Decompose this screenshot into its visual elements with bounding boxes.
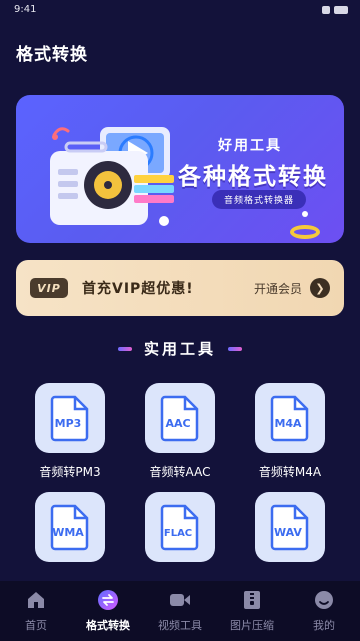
section-title: 实用工具	[0, 338, 360, 359]
tool-label: 音频转M4A	[258, 465, 322, 479]
flac-file-icon: FLAC	[160, 504, 199, 551]
tool-audio-to-wav[interactable]: WAV	[245, 492, 335, 572]
convert-icon	[97, 589, 119, 611]
tab-video-tools[interactable]: 视频工具	[144, 581, 216, 641]
tool-format-text: FLAC	[164, 528, 192, 539]
vip-promo-bar[interactable]: VIP 首充VIP超优惠! 开通会员 ❯	[16, 260, 344, 316]
tool-format-text: WMA	[52, 526, 84, 539]
tool-label: 音频转AAC	[149, 465, 211, 479]
status-time: 9:41	[14, 4, 37, 15]
tool-card[interactable]: FLAC	[145, 492, 215, 562]
tool-format-text: M4A	[274, 417, 302, 430]
mp3-file-icon: MP3	[50, 395, 89, 442]
tab-label: 格式转换	[86, 619, 130, 632]
tab-label: 图片压缩	[230, 619, 274, 632]
banner-headline: 各种格式转换	[178, 164, 328, 190]
video-camera-icon	[169, 589, 191, 611]
tab-label: 视频工具	[158, 619, 202, 632]
section-title-left-bar	[117, 346, 132, 351]
tool-audio-to-flac[interactable]: FLAC	[135, 492, 225, 572]
banner-kicker: 好用工具	[218, 138, 282, 154]
tool-card[interactable]: M4A	[255, 383, 325, 453]
tab-label: 我的	[313, 619, 335, 632]
vip-offer-text: 首充VIP超优惠!	[82, 281, 194, 297]
system-icons	[314, 5, 348, 15]
promo-banner[interactable]: 好用工具 各种格式转换 音频格式转换器	[16, 95, 344, 243]
home-icon	[25, 589, 47, 611]
tool-audio-to-mp3[interactable]: MP3 音频转PM3	[25, 383, 115, 480]
banner-pill: 音频格式转换器	[211, 190, 306, 209]
vip-badge: VIP	[30, 278, 68, 298]
tool-audio-to-wma[interactable]: WMA	[25, 492, 115, 572]
section-title-text: 实用工具	[143, 340, 216, 358]
ring-decoration-icon	[290, 225, 320, 239]
vip-open-button[interactable]: 开通会员	[254, 280, 302, 297]
tab-format-convert[interactable]: 格式转换	[72, 581, 144, 641]
image-compress-icon	[241, 589, 263, 611]
tool-format-text: WAV	[274, 526, 302, 539]
page-title: 格式转换	[16, 45, 88, 65]
tool-format-text: MP3	[55, 417, 82, 430]
tool-audio-to-m4a[interactable]: M4A 音频转M4A	[245, 383, 335, 480]
profile-icon	[313, 589, 335, 611]
tool-format-text: AAC	[165, 417, 190, 430]
bottom-tab-bar: 首页 格式转换 视频工具 图片压缩 我的	[0, 581, 360, 641]
radio-illustration-icon	[50, 127, 174, 226]
tab-profile[interactable]: 我的	[288, 581, 360, 641]
wav-file-icon: WAV	[270, 504, 309, 551]
m4a-file-icon: M4A	[270, 395, 309, 442]
tool-card[interactable]: MP3	[35, 383, 105, 453]
section-title-right-bar	[228, 346, 242, 351]
sparkle-dot-icon	[302, 211, 308, 217]
tool-card[interactable]: WMA	[35, 492, 105, 562]
status-bar: 9:41	[0, 0, 360, 22]
tab-home[interactable]: 首页	[0, 581, 72, 641]
signal-icon	[322, 6, 330, 14]
tab-label: 首页	[25, 619, 47, 632]
tool-audio-to-aac[interactable]: AAC 音频转AAC	[135, 383, 225, 480]
tool-card[interactable]: AAC	[145, 383, 215, 453]
tab-image-compress[interactable]: 图片压缩	[216, 581, 288, 641]
tool-card[interactable]: WAV	[255, 492, 325, 562]
aac-file-icon: AAC	[160, 395, 199, 442]
battery-icon	[334, 6, 348, 14]
wma-file-icon: WMA	[50, 504, 89, 551]
tool-label: 音频转PM3	[39, 465, 101, 479]
chevron-right-icon[interactable]: ❯	[310, 278, 330, 298]
